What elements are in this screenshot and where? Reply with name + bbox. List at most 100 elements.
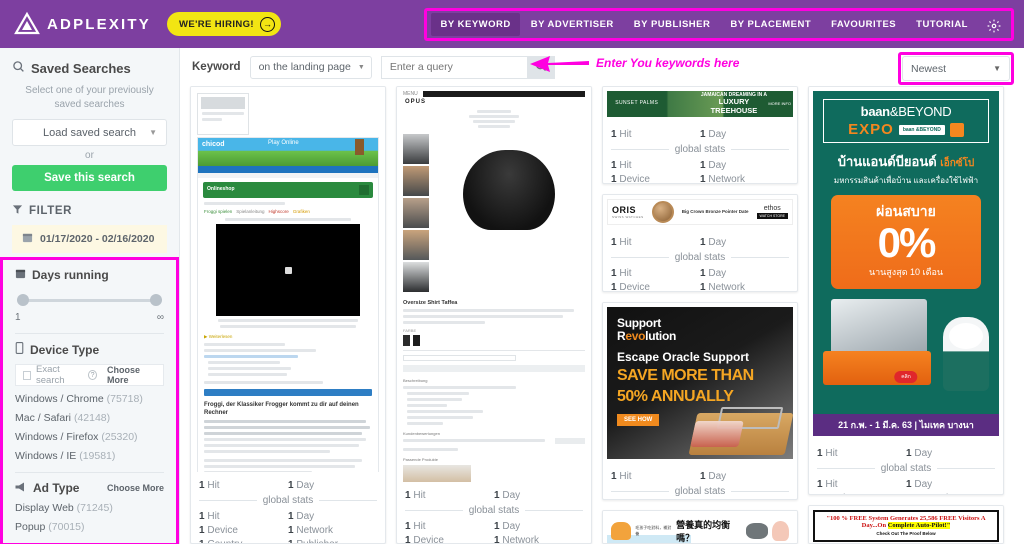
click-button[interactable]: คลิก: [894, 370, 918, 383]
results-column-1: chicod Play Online Onlineshop Froggi spi…: [190, 86, 386, 544]
device-count: 1: [817, 493, 823, 495]
hit-count: 1: [817, 478, 823, 490]
ad-type-choose-more[interactable]: Choose More: [107, 483, 164, 493]
exact-search-checkbox[interactable]: [23, 370, 32, 380]
more-info-badge[interactable]: MORE INFO: [768, 101, 791, 106]
day-label: Day: [708, 267, 727, 279]
person-illustration: [772, 521, 789, 542]
nav-favourites[interactable]: FAVOURITES: [822, 13, 905, 36]
were-hiring-button[interactable]: WE'RE HIRING! →: [166, 12, 281, 36]
ad-card-oris[interactable]: ORIS SWISS WATCHES Big Crown Bronze Poin…: [602, 194, 798, 293]
device-option-windows-chrome[interactable]: Windows / Chrome (75718): [15, 393, 164, 405]
saved-searches-description: Select one of your previously saved sear…: [25, 85, 154, 110]
stats-row-2: 1 Device 1 Network: [611, 172, 789, 184]
filters-sidebar: Saved Searches Select one of your previo…: [0, 48, 180, 544]
sort-select[interactable]: Newest ▼: [902, 56, 1010, 81]
global-stats-label: global stats: [674, 252, 726, 264]
see-how-button[interactable]: SEE HOW: [617, 413, 660, 426]
day-count: 1: [288, 479, 294, 491]
device-option-windows-firefox[interactable]: Windows / Firefox (25320): [15, 431, 164, 443]
ad-card-fashion[interactable]: MENU OPUS Oversize Shirt Taffea FARBE Be…: [396, 86, 592, 544]
main-nav: BY KEYWORD BY ADVERTISER BY PUBLISHER BY…: [424, 8, 1014, 41]
days-running-range-labels: 1 ∞: [15, 312, 164, 323]
stats-row-1: 1 Hit 1 Day: [817, 477, 995, 491]
baan-illustration: คลิก: [813, 293, 999, 405]
oris-banner: ORIS SWISS WATCHES Big Crown Bronze Poin…: [607, 199, 793, 226]
device-option-windows-ie[interactable]: Windows / IE (19581): [15, 450, 164, 462]
stats-row-1: 1 Hit 1 Day: [611, 158, 789, 172]
baan-thai-headline: บ้านแอนด์บียอนด์ เอ็กซ์โป: [837, 154, 975, 169]
network-label: Network: [502, 534, 540, 544]
hit-label: Hit: [413, 489, 426, 501]
related-product-image: [403, 465, 471, 482]
gear-icon[interactable]: [979, 16, 1007, 33]
load-saved-search-select[interactable]: Load saved search ▼: [12, 119, 167, 146]
free-visitors-banner: "100 % FREE System Generates 25,586 FREE…: [813, 510, 999, 542]
baan-logo-frame: baan&BEYOND EXPO baan &BEYOND: [823, 99, 989, 143]
card-stats: 1 Hit 1 Day global stats 1 Hit 1 Day: [603, 463, 797, 499]
ad-card-baan-beyond[interactable]: baan&BEYOND EXPO baan &BEYOND บ้านแอนด์บ…: [808, 86, 1004, 495]
adplexity-triangle-icon: [14, 11, 40, 37]
keyword-scope-select[interactable]: on the landing page ▼: [249, 55, 372, 79]
slider-track: [17, 299, 162, 302]
banner-creative: baan&BEYOND EXPO baan &BEYOND บ้านแอนด์บ…: [809, 87, 1003, 440]
help-icon[interactable]: ?: [88, 370, 98, 380]
dog-illustration: [746, 523, 769, 540]
stats-row-top: 1 Hit 1 Day: [817, 446, 995, 460]
ad-type-option-popup[interactable]: Popup (70015): [15, 521, 164, 533]
support-revolution-logo: Support Revolution: [617, 316, 677, 343]
free-visitors-headline: "100 % FREE System Generates 25,586 FREE…: [826, 515, 986, 529]
ad-card-treehouse[interactable]: SUNSET PALMS JAMAICAN DREAMING IN A LUXU…: [602, 86, 798, 185]
landing-page-screenshot: MENU OPUS Oversize Shirt Taffea FARBE Be…: [397, 87, 591, 482]
oris-caption: Big Crown Bronze Pointer Date: [681, 209, 749, 215]
device-option-mac-safari[interactable]: Mac / Safari (42148): [15, 412, 164, 424]
nav-by-publisher[interactable]: BY PUBLISHER: [625, 13, 720, 36]
date-range-filter[interactable]: 01/17/2020 - 02/16/2020: [12, 225, 167, 253]
card-stats: 1 Hit 1 Day global stats 1 Hit 1 Day: [809, 440, 1003, 495]
nav-by-keyword[interactable]: BY KEYWORD: [431, 13, 520, 36]
stats-row-top: 1 Hit 1 Day: [405, 488, 583, 502]
publisher-count: 1: [288, 538, 294, 544]
hit-label: Hit: [619, 128, 632, 140]
app-body: Saved Searches Select one of your previo…: [0, 48, 1024, 544]
support-headline: Escape Oracle Support: [617, 350, 750, 365]
results-column-2: MENU OPUS Oversize Shirt Taffea FARBE Be…: [396, 86, 592, 544]
nav-by-advertiser[interactable]: BY ADVERTISER: [522, 13, 623, 36]
ethos-logo: ethos WATCH STORE: [756, 205, 788, 220]
device-count: 1: [405, 534, 411, 544]
nav-tutorial[interactable]: TUTORIAL: [907, 13, 977, 36]
day-label: Day: [708, 470, 727, 482]
hit-count: 1: [405, 489, 411, 501]
pet-nutrition-banner: 毛孩子吃對料，補對養 營養真的均衡嗎？: [607, 515, 793, 544]
country-label: Country: [207, 538, 243, 544]
day-count: 1: [700, 236, 706, 248]
ad-type-option-display-web[interactable]: Display Web (71245): [15, 502, 164, 514]
landing-headline: Froggi, der Klassiker Frogger kommt zu d…: [204, 402, 359, 416]
baan-chip: baan &BEYOND: [898, 124, 945, 135]
jamaica-banner: SUNSET PALMS JAMAICAN DREAMING IN A LUXU…: [607, 91, 793, 117]
ad-card-pet-nutrition[interactable]: 毛孩子吃對料，補對養 營養真的均衡嗎？: [602, 510, 798, 544]
calendar-icon: [15, 268, 26, 282]
option-count: (71245): [76, 502, 113, 514]
global-stats-separator: global stats: [611, 486, 789, 497]
stats-row-1: 1 Hit 1 Day: [199, 509, 377, 523]
search-input[interactable]: [380, 55, 527, 79]
day-label: Day: [502, 520, 521, 532]
keyword-scope-value: on the landing page: [258, 61, 351, 73]
ad-card-frogger[interactable]: chicod Play Online Onlineshop Froggi spi…: [190, 86, 386, 544]
device-exact-search-row[interactable]: Exact search ? Choose More: [15, 364, 164, 386]
global-stats-separator: global stats: [817, 463, 995, 474]
ad-card-support-revolution[interactable]: Support Revolution Escape Oracle Support…: [602, 302, 798, 501]
slider-knob-max[interactable]: [150, 294, 162, 306]
ad-card-free-visitors[interactable]: "100 % FREE System Generates 25,586 FREE…: [808, 505, 1004, 544]
device-choose-more[interactable]: Choose More: [107, 365, 156, 385]
brand-logo[interactable]: ADPLEXITY: [14, 11, 151, 37]
slider-knob-min[interactable]: [17, 294, 29, 306]
hit-count: 1: [405, 520, 411, 532]
nav-by-placement[interactable]: BY PLACEMENT: [721, 13, 820, 36]
hit-count: 1: [611, 128, 617, 140]
days-running-label: Days running: [32, 268, 109, 282]
network-label: Network: [914, 493, 951, 495]
save-this-search-button[interactable]: Save this search: [12, 165, 167, 191]
days-running-slider[interactable]: [17, 294, 162, 306]
